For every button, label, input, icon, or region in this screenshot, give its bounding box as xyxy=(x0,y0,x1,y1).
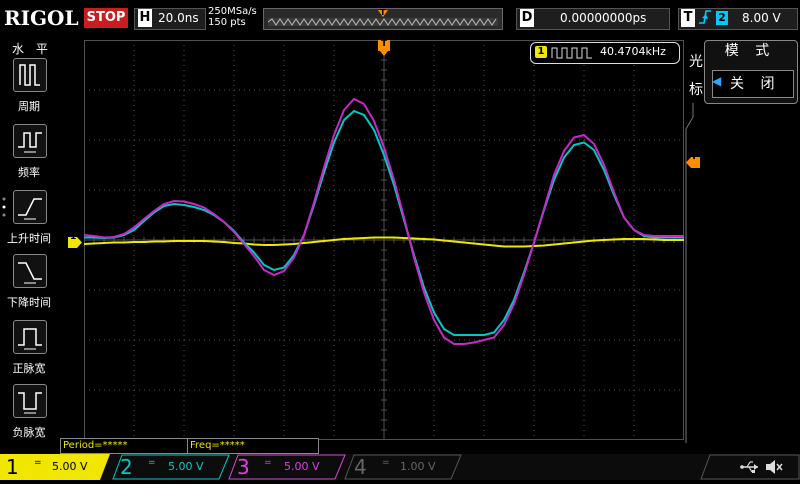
brand-logo: RIGOL xyxy=(4,6,79,30)
ch1-scale: 5.00 V xyxy=(52,460,88,473)
ch1-coupling: = xyxy=(34,458,42,468)
period-readout: Period=***** xyxy=(60,438,190,454)
waveform-display[interactable] xyxy=(84,40,684,440)
counter-channel: 1 xyxy=(535,46,547,58)
measure-rise-time-label: 上升时间 xyxy=(7,232,51,245)
measure-negative-width[interactable]: 负脉宽 xyxy=(0,382,58,448)
horizontal-label: H xyxy=(138,9,152,27)
measure-period-label: 周期 xyxy=(18,100,40,113)
measure-positive-width-label: 正脉宽 xyxy=(12,362,46,375)
counter-value: 40.4704kHz xyxy=(600,45,666,58)
overview-trigger-marker: T xyxy=(380,8,386,17)
square-wave-icon xyxy=(551,45,595,64)
waveform-overview-strip[interactable]: T xyxy=(263,8,503,30)
measure-menu-title: 水 平 xyxy=(12,42,52,56)
measure-period[interactable]: 周期 xyxy=(0,56,58,122)
rising-edge-icon xyxy=(698,9,712,29)
delay-label: D xyxy=(520,9,534,27)
ch4-coupling: = xyxy=(382,458,390,468)
ch1-offset-label: 1 xyxy=(70,232,77,242)
ch2-number: 2 xyxy=(120,455,133,479)
ch1-offset-marker[interactable]: 1 xyxy=(68,232,82,248)
speaker-mute-icon[interactable] xyxy=(764,458,784,480)
frequency-icon xyxy=(13,124,47,158)
measure-fall-time[interactable]: 下降时间 xyxy=(0,252,58,318)
ch2-scale: 5.00 V xyxy=(168,460,204,473)
ch3-coupling: = xyxy=(264,458,272,468)
delay-value: 0.00000000ps xyxy=(560,11,647,25)
cursor-mode-value: 关 闭 xyxy=(730,76,781,92)
trigger-label: T xyxy=(681,9,695,27)
ch2-coupling: = xyxy=(148,458,156,468)
ch3-scale: 5.00 V xyxy=(284,460,320,473)
usb-icon xyxy=(740,458,760,480)
fall-time-icon xyxy=(13,254,47,288)
rise-time-icon xyxy=(13,190,47,224)
measure-positive-width[interactable]: 正脉宽 xyxy=(0,318,58,384)
positive-width-icon xyxy=(13,320,47,354)
run-stop-status[interactable]: STOP xyxy=(84,8,128,28)
measure-frequency[interactable]: 频率 xyxy=(0,122,58,188)
measure-negative-width-label: 负脉宽 xyxy=(12,426,46,439)
left-arrow-icon: ◀ xyxy=(712,74,722,88)
trigger-level: 8.00 V xyxy=(742,11,781,25)
ch4-scale: 1.00 V xyxy=(400,460,436,473)
ch3-number: 3 xyxy=(237,455,250,479)
freq-readout: Freq=***** xyxy=(187,438,319,454)
cursor-mode-title: 模 式 xyxy=(724,43,776,59)
measure-fall-time-label: 下降时间 xyxy=(7,296,51,309)
sample-rate: 250MSa/s xyxy=(208,6,257,17)
right-panel-border xyxy=(684,103,694,443)
memory-depth: 150 pts xyxy=(208,17,246,28)
timebase-value: 20.0ns xyxy=(158,11,199,25)
cursor-menu-label: 光标 xyxy=(689,54,703,98)
measure-frequency-label: 频率 xyxy=(18,166,40,179)
trigger-position-label: T xyxy=(381,39,388,49)
trigger-source: 2 xyxy=(716,11,728,25)
negative-width-icon xyxy=(13,384,47,418)
period-icon xyxy=(13,58,47,92)
ch1-number: 1 xyxy=(6,455,19,479)
measure-rise-time[interactable]: 上升时间 xyxy=(0,188,58,254)
sample-info: 250MSa/s 150 pts xyxy=(208,6,257,28)
trigger-position-marker[interactable]: T xyxy=(378,39,390,56)
ch4-number: 4 xyxy=(354,455,367,479)
